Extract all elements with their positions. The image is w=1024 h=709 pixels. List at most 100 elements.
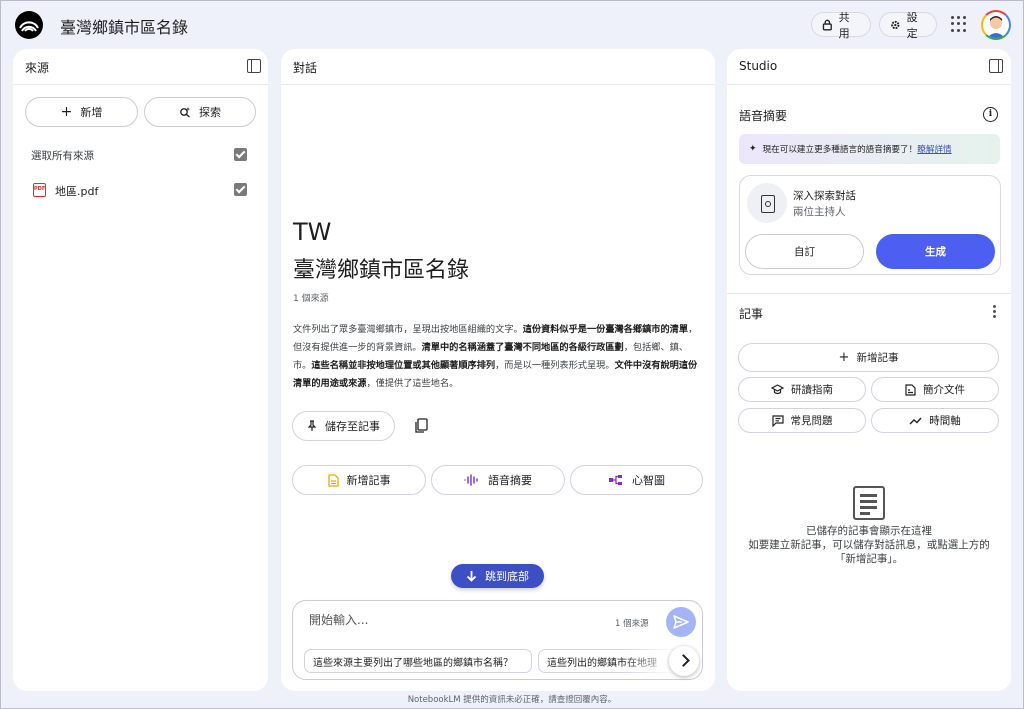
collapse-panel-icon[interactable] bbox=[989, 59, 1003, 73]
discover-label: 探索 bbox=[199, 106, 221, 119]
add-note-button[interactable]: + 新增記事 bbox=[738, 343, 999, 372]
source-item-checkbox[interactable] bbox=[234, 183, 247, 196]
notebook-heading: 臺灣鄉鎮市區名錄 bbox=[293, 258, 470, 283]
notebooklm-logo-icon[interactable] bbox=[15, 11, 43, 39]
share-label: 共用 bbox=[838, 10, 850, 40]
add-source-button[interactable]: + 新增 bbox=[25, 97, 138, 127]
pin-icon bbox=[307, 420, 317, 431]
study-guide-label: 研讀指南 bbox=[791, 384, 833, 396]
faq-chat-icon bbox=[771, 414, 784, 427]
add-note-label: 新增記事 bbox=[856, 352, 899, 364]
audio-card-title: 深入探索對話 bbox=[793, 190, 856, 202]
timeline-label: 時間軸 bbox=[929, 415, 961, 427]
add-source-label: 新增 bbox=[80, 106, 103, 119]
sources-panel: 來源 + 新增 探索 選取所有來源 PDF 地區.pdf bbox=[13, 49, 268, 691]
arrow-down-icon bbox=[466, 571, 477, 582]
suggestion-chip[interactable]: 這些列出的鄉鎮市在地理 bbox=[538, 649, 678, 673]
chat-panel: 對話 TW 臺灣鄉鎮市區名錄 1 個來源 文件列出了眾多臺灣鄉鎮市，呈現出按地區… bbox=[281, 49, 715, 691]
next-suggestions-chevron-icon[interactable] bbox=[669, 646, 699, 676]
search-sparkle-icon bbox=[180, 107, 190, 118]
summary-segment: 這些名稱並非按地理位置或其他顯著順序排列 bbox=[311, 360, 496, 371]
source-item-name: 地區.pdf bbox=[55, 185, 99, 198]
send-icon bbox=[673, 615, 689, 629]
audio-overview-action-button[interactable]: 語音摘要 bbox=[431, 465, 565, 495]
select-all-label: 選取所有來源 bbox=[31, 150, 94, 162]
studio-title: Studio bbox=[739, 59, 778, 73]
timeline-icon bbox=[909, 417, 922, 424]
plus-icon: + bbox=[838, 350, 850, 365]
sources-panel-header: 來源 bbox=[13, 49, 268, 85]
save-to-note-label: 儲存至記事 bbox=[325, 420, 380, 433]
pdf-icon: PDF bbox=[33, 183, 46, 197]
select-all-checkbox[interactable] bbox=[234, 148, 247, 161]
apps-grid-icon[interactable] bbox=[951, 16, 967, 32]
audio-card-subtitle: 兩位主持人 bbox=[793, 206, 846, 218]
lock-icon bbox=[822, 19, 832, 31]
info-icon[interactable]: i bbox=[983, 107, 998, 122]
chat-input[interactable] bbox=[309, 613, 599, 627]
summary-segment: 這份資料似乎是一份臺灣各鄉鎮市的清單 bbox=[522, 324, 689, 335]
disclaimer-footer: NotebookLM 提供的資訊未必正確，請查證回覆內容。 bbox=[407, 695, 617, 705]
section-divider bbox=[727, 293, 1011, 294]
add-note-action-button[interactable]: 新增記事 bbox=[292, 465, 426, 495]
settings-button[interactable]: 設定 bbox=[879, 11, 937, 40]
party-popper-icon: ✦ bbox=[749, 144, 757, 154]
generate-button[interactable]: 生成 bbox=[876, 234, 995, 269]
empty-line-1: 已儲存的記事會顯示在這裡 bbox=[806, 525, 932, 537]
chat-title: 對話 bbox=[293, 61, 318, 75]
settings-label: 設定 bbox=[906, 10, 918, 40]
source-item[interactable]: PDF 地區.pdf bbox=[13, 177, 268, 203]
jump-to-bottom-label: 跳到底部 bbox=[485, 570, 529, 583]
source-count: 1 個來源 bbox=[293, 294, 329, 304]
jump-to-bottom-button[interactable]: 跳到底部 bbox=[451, 564, 544, 588]
timeline-button[interactable]: 時間軸 bbox=[871, 408, 999, 433]
mindmap-action-label: 心智圖 bbox=[632, 474, 665, 487]
summary-segment: 清單中的名稱涵蓋了臺灣不同地區的各級行政區劃 bbox=[421, 342, 624, 353]
summary-segment: ，而是以一種列表形式呈現。 bbox=[495, 360, 615, 371]
learn-more-link[interactable]: 瞭解詳情 bbox=[917, 143, 951, 155]
plus-icon: + bbox=[60, 104, 73, 120]
speaker-icon bbox=[747, 183, 787, 223]
study-guide-button[interactable]: 研讀指南 bbox=[738, 377, 866, 402]
audio-wave-icon bbox=[464, 474, 478, 486]
faq-button[interactable]: 常見問題 bbox=[738, 408, 866, 433]
input-source-count: 1 個來源 bbox=[615, 619, 649, 629]
document-icon bbox=[327, 473, 339, 487]
faq-label: 常見問題 bbox=[790, 415, 833, 427]
suggestion-chip[interactable]: 這些來源主要列出了哪些地區的鄉鎮市名稱？ bbox=[304, 649, 532, 673]
audio-overview-action-label: 語音摘要 bbox=[488, 474, 532, 487]
app-header: 臺灣鄉鎮市區名錄 共用 設定 bbox=[0, 0, 1024, 48]
collapse-panel-icon[interactable] bbox=[247, 59, 261, 73]
summary-segment: ，僅提供了這些地名。 bbox=[366, 378, 459, 389]
more-options-icon[interactable] bbox=[993, 305, 997, 320]
mindmap-action-button[interactable]: 心智圖 bbox=[570, 465, 703, 495]
audio-overview-heading: 語音摘要 bbox=[739, 109, 788, 123]
send-button[interactable] bbox=[666, 607, 696, 637]
copy-icon[interactable] bbox=[414, 418, 428, 434]
empty-line-3: 「新增記事」。 bbox=[834, 553, 904, 565]
notebook-summary: 文件列出了眾多臺灣鄉鎮市，呈現出按地區組織的文字。這份資料似乎是一份臺灣各鄉鎮市… bbox=[293, 321, 698, 393]
briefing-doc-icon bbox=[905, 383, 916, 396]
briefing-doc-label: 簡介文件 bbox=[923, 384, 965, 396]
summary-segment: 文件列出了眾多臺灣鄉鎮市，呈現出按地區組織的文字。 bbox=[293, 324, 523, 335]
sources-title: 來源 bbox=[25, 61, 50, 75]
save-to-note-button[interactable]: 儲存至記事 bbox=[292, 411, 395, 441]
briefing-doc-button[interactable]: 簡介文件 bbox=[871, 377, 999, 402]
notice-text: 現在可以建立更多種語言的語音摘要了！ bbox=[762, 145, 918, 155]
mindmap-icon bbox=[609, 475, 622, 485]
customize-button[interactable]: 自訂 bbox=[745, 234, 864, 269]
discover-sources-button[interactable]: 探索 bbox=[144, 97, 256, 127]
studio-panel: Studio 語音摘要 i ✦ 現在可以建立更多種語言的語音摘要了！ 瞭解詳情 … bbox=[727, 49, 1011, 691]
notes-heading: 記事 bbox=[739, 307, 764, 321]
share-button[interactable]: 共用 bbox=[811, 11, 871, 40]
gear-icon bbox=[891, 20, 900, 29]
language-notice: ✦ 現在可以建立更多種語言的語音摘要了！ 瞭解詳情 bbox=[739, 134, 1000, 164]
chat-input-box: 1 個來源 這些來源主要列出了哪些地區的鄉鎮市名稱？ 這些列出的鄉鎮市在地理 bbox=[292, 600, 703, 680]
audio-overview-card: 深入探索對話 兩位主持人 自訂 生成 bbox=[739, 175, 1001, 275]
notebook-title[interactable]: 臺灣鄉鎮市區名錄 bbox=[60, 14, 188, 38]
chat-panel-header: 對話 bbox=[281, 49, 715, 85]
graduation-cap-icon bbox=[771, 384, 784, 395]
avatar[interactable] bbox=[981, 10, 1011, 40]
empty-line-2: 如要建立新記事，可以儲存對話訊息，或點選上方的 bbox=[748, 539, 990, 551]
notebook-heading-emoji: TW bbox=[293, 218, 332, 246]
